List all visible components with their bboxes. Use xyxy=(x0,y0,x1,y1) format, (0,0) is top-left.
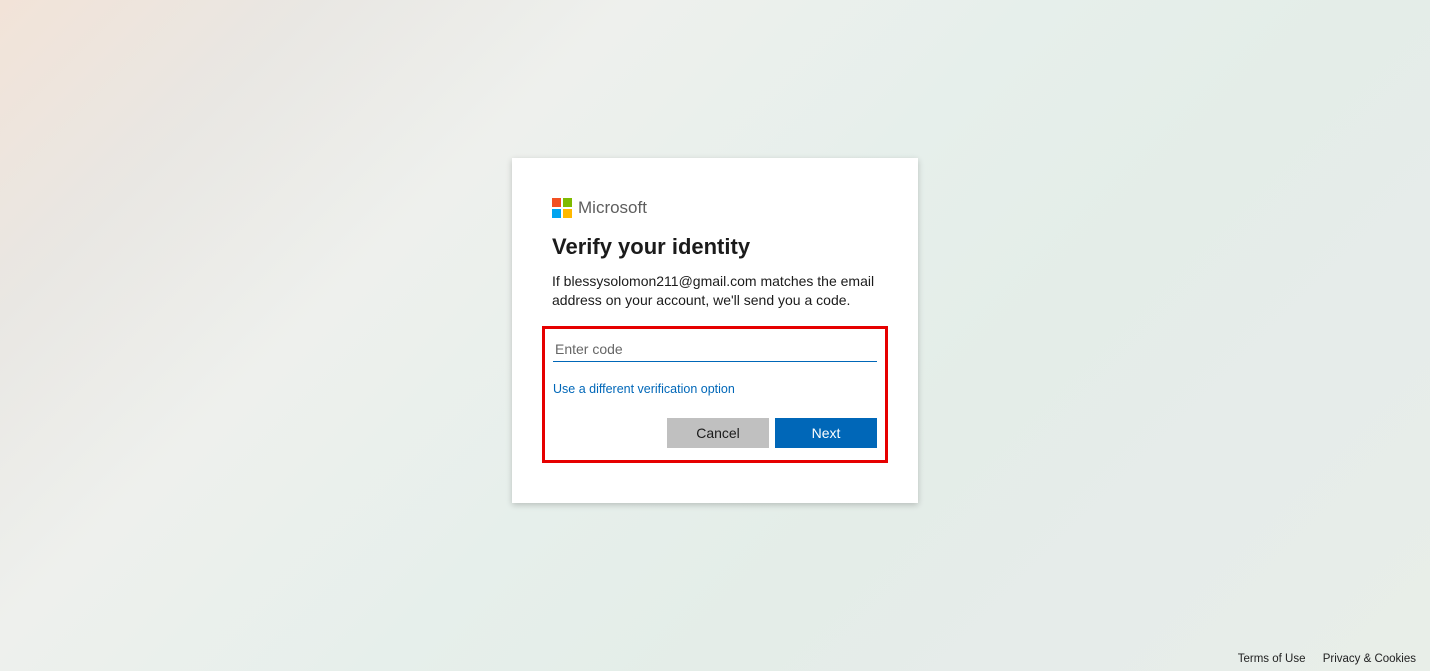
use-different-option-link[interactable]: Use a different verification option xyxy=(553,382,735,396)
button-row: Cancel Next xyxy=(553,418,877,448)
microsoft-logo-icon xyxy=(552,198,572,218)
dialog-title: Verify your identity xyxy=(552,234,878,260)
highlighted-form-area: Use a different verification option Canc… xyxy=(542,326,888,463)
code-input[interactable] xyxy=(553,335,877,362)
brand-name: Microsoft xyxy=(578,198,647,218)
verify-identity-card: Microsoft Verify your identity If blessy… xyxy=(512,158,918,503)
footer-links: Terms of Use Privacy & Cookies xyxy=(1224,653,1416,665)
terms-of-use-link[interactable]: Terms of Use xyxy=(1238,653,1306,665)
brand-logo-row: Microsoft xyxy=(552,198,878,218)
privacy-cookies-link[interactable]: Privacy & Cookies xyxy=(1323,653,1416,665)
cancel-button[interactable]: Cancel xyxy=(667,418,769,448)
dialog-description: If blessysolomon211@gmail.com matches th… xyxy=(552,272,878,310)
next-button[interactable]: Next xyxy=(775,418,877,448)
